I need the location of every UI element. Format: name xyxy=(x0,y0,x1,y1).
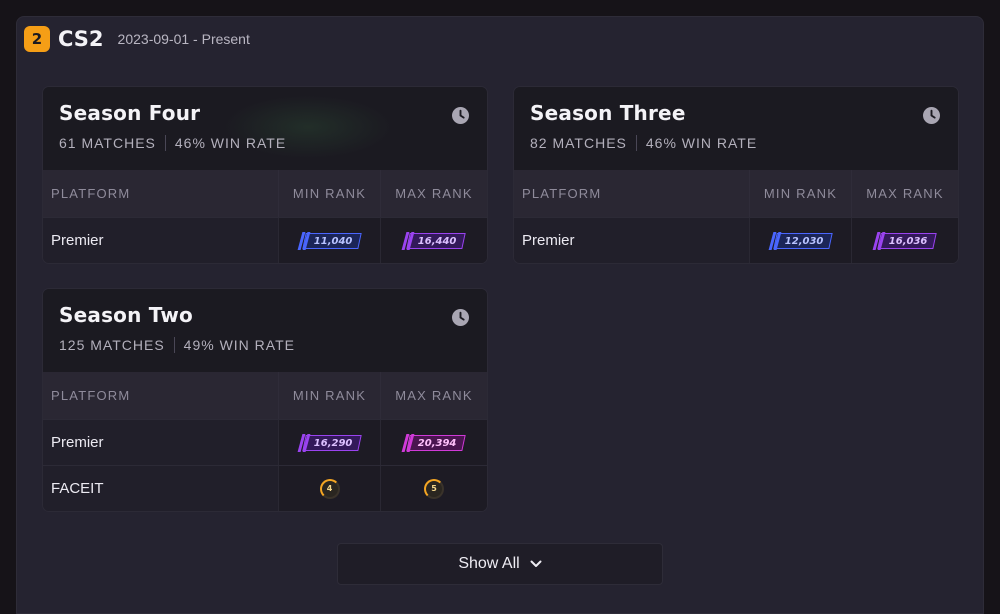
clock-icon[interactable] xyxy=(452,309,469,326)
platform-name: Premier xyxy=(51,232,104,249)
clock-icon[interactable] xyxy=(452,107,469,124)
win-rate: 49% WIN RATE xyxy=(183,337,295,353)
win-rate: 46% WIN RATE xyxy=(174,135,287,151)
max-rank-cell: 16,036 xyxy=(851,218,958,263)
min-rank-header: MIN RANK xyxy=(749,170,851,217)
premier-rank-badge: 16,036 xyxy=(872,231,937,250)
cs2-logo-icon: 2 xyxy=(24,26,50,52)
table-row: FACEIT 4 5 xyxy=(43,465,487,511)
min-rank-cell: 16,290 xyxy=(278,420,380,465)
min-rank-header: MIN RANK xyxy=(278,170,380,217)
rank-bars-icon xyxy=(768,231,782,250)
season-card-four: Season Four 61 MATCHES 46% WIN RATE PLAT… xyxy=(42,86,488,264)
show-all-button[interactable]: Show All xyxy=(337,543,663,585)
match-count: 82 MATCHES xyxy=(530,135,627,151)
season-title: Season Four xyxy=(59,101,201,125)
season-title: Season Two xyxy=(59,303,193,327)
max-rank-cell: 20,394 xyxy=(380,420,487,465)
season-stats: 82 MATCHES 46% WIN RATE xyxy=(530,135,942,151)
min-rank-header: MIN RANK xyxy=(278,372,380,419)
season-header: Season Four 61 MATCHES 46% WIN RATE xyxy=(43,87,487,170)
max-rank-header: MAX RANK xyxy=(380,170,487,217)
season-header: Season Three 82 MATCHES 46% WIN RATE xyxy=(514,87,958,170)
max-rank-cell: 16,440 xyxy=(380,218,487,263)
stats-divider xyxy=(164,135,166,151)
table-header-row: PLATFORM MIN RANK MAX RANK xyxy=(43,372,487,419)
faceit-level-icon: 4 xyxy=(319,478,340,499)
season-header: Season Two 125 MATCHES 49% WIN RATE xyxy=(43,289,487,372)
rank-bars-icon xyxy=(401,433,415,452)
clock-icon[interactable] xyxy=(923,107,940,124)
premier-rank-badge: 20,394 xyxy=(401,433,466,452)
rank-bars-icon xyxy=(297,433,311,452)
premier-rank-badge: 11,040 xyxy=(297,231,361,250)
rank-value: 16,036 xyxy=(888,235,928,247)
season-card-three: Season Three 82 MATCHES 46% WIN RATE PLA… xyxy=(513,86,959,264)
platform-name: Premier xyxy=(51,434,104,451)
premier-rank-badge: 12,030 xyxy=(768,231,832,250)
match-count: 125 MATCHES xyxy=(59,337,165,353)
platform-header: PLATFORM xyxy=(522,186,602,201)
rank-value: 11,040 xyxy=(313,235,353,247)
platform-name: FACEIT xyxy=(51,480,104,497)
platform-name: Premier xyxy=(522,232,575,249)
table-header-row: PLATFORM MIN RANK MAX RANK xyxy=(43,170,487,217)
rank-bars-icon xyxy=(401,231,415,250)
table-row: Premier 16,290 20,394 xyxy=(43,419,487,465)
rank-value: 16,440 xyxy=(417,235,457,247)
game-dates: 2023-09-01 - Present xyxy=(117,31,250,47)
rank-value: 12,030 xyxy=(784,235,824,247)
rank-value: 16,290 xyxy=(313,437,353,449)
min-rank-cell: 11,040 xyxy=(278,218,380,263)
premier-rank-badge: 16,290 xyxy=(297,433,361,452)
table-row: Premier 11,040 16,440 xyxy=(43,217,487,263)
max-rank-header: MAX RANK xyxy=(380,372,487,419)
max-rank-cell: 5 xyxy=(380,466,487,511)
rank-value: 20,394 xyxy=(417,437,457,449)
win-rate: 46% WIN RATE xyxy=(645,135,758,151)
faceit-level-icon: 5 xyxy=(424,478,444,499)
platform-header: PLATFORM xyxy=(51,186,131,201)
min-rank-cell: 12,030 xyxy=(749,218,851,263)
platform-header: PLATFORM xyxy=(51,388,131,403)
season-stats: 125 MATCHES 49% WIN RATE xyxy=(59,337,471,353)
season-card-two: Season Two 125 MATCHES 49% WIN RATE PLAT… xyxy=(42,288,488,512)
rank-bars-icon xyxy=(297,231,311,250)
rank-bars-icon xyxy=(872,231,886,250)
premier-rank-badge: 16,440 xyxy=(401,231,466,250)
min-rank-cell: 4 xyxy=(278,466,380,511)
table-row: Premier 12,030 16,036 xyxy=(514,217,958,263)
stats-divider xyxy=(635,135,637,151)
max-rank-header: MAX RANK xyxy=(851,170,958,217)
match-count: 61 MATCHES xyxy=(59,135,156,151)
chevron-down-icon xyxy=(530,560,542,567)
game-header: 2 CS2 2023-09-01 - Present xyxy=(24,24,250,54)
table-header-row: PLATFORM MIN RANK MAX RANK xyxy=(514,170,958,217)
game-title: CS2 xyxy=(58,27,104,51)
show-all-label: Show All xyxy=(458,555,520,572)
season-title: Season Three xyxy=(530,101,686,125)
stats-divider xyxy=(173,337,175,353)
season-stats: 61 MATCHES 46% WIN RATE xyxy=(59,135,471,151)
